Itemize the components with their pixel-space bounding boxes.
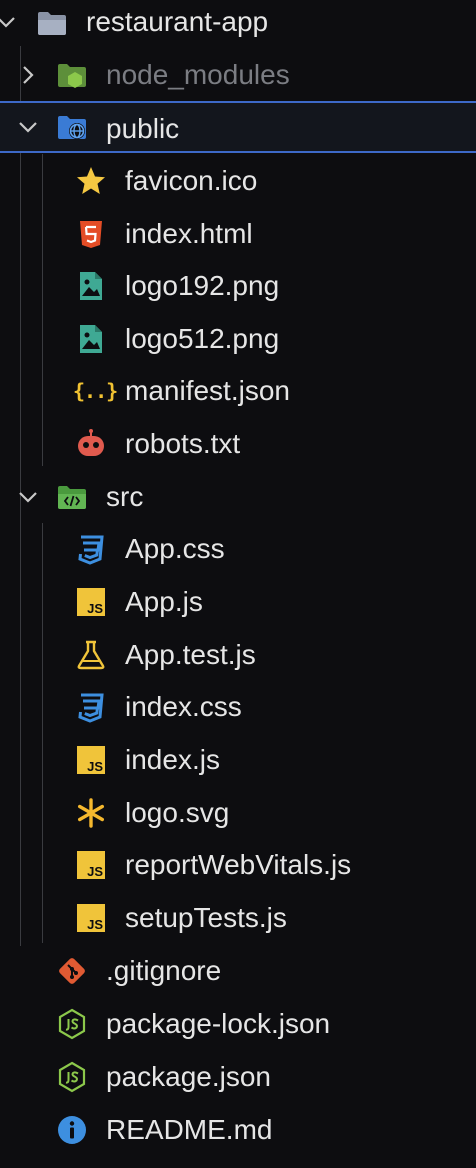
file-label: favicon.ico — [125, 165, 258, 196]
file-label: logo.svg — [125, 797, 230, 828]
file-label: manifest.json — [125, 375, 290, 406]
file-label: index.js — [125, 744, 220, 775]
nodejs-icon — [58, 1061, 86, 1093]
chevron-down-icon[interactable] — [16, 485, 40, 509]
file-label: index.html — [125, 218, 253, 249]
file-label: App.test.js — [125, 639, 256, 670]
folder-label-src: src — [106, 481, 144, 512]
tree-row-logo512[interactable]: logo512.png — [0, 313, 476, 365]
folder-label-node-modules: node_modules — [106, 59, 290, 90]
file-label: robots.txt — [125, 428, 241, 459]
image-file-icon — [80, 272, 102, 300]
tree-row-app-test[interactable]: App.test.js — [0, 629, 476, 681]
tree-row-favicon[interactable]: favicon.ico — [0, 155, 476, 207]
tree-row-node-modules[interactable]: node_modules — [0, 49, 476, 101]
tree-row-setup-tests[interactable]: JS setupTests.js — [0, 892, 476, 944]
file-label: logo512.png — [125, 323, 280, 354]
git-icon — [59, 958, 85, 984]
file-label: App.css — [125, 533, 225, 564]
image-file-icon — [80, 325, 102, 353]
chevron-down-icon[interactable] — [0, 10, 18, 34]
tree-row-package-json[interactable]: package.json — [0, 1051, 476, 1103]
css3-icon — [78, 535, 104, 565]
tree-row-robots[interactable]: robots.txt — [0, 418, 476, 470]
tree-row-app-js[interactable]: JS App.js — [0, 576, 476, 628]
js-file-icon: JS — [77, 904, 105, 932]
tree-row-logo-svg[interactable]: logo.svg — [0, 787, 476, 839]
tree-row-report-web-vitals[interactable]: JS reportWebVitals.js — [0, 839, 476, 891]
svg-asterisk-icon — [77, 798, 104, 828]
css3-icon — [78, 693, 104, 723]
nodejs-icon — [58, 1008, 86, 1040]
tree-row-index-html[interactable]: index.html — [0, 208, 476, 260]
file-label: package-lock.json — [106, 1008, 331, 1039]
tree-row-index-css[interactable]: index.css — [0, 681, 476, 733]
file-label: package.json — [106, 1061, 272, 1092]
js-file-icon: JS — [77, 851, 105, 879]
tree-row-package-lock[interactable]: package-lock.json — [0, 998, 476, 1050]
tree-row-logo192[interactable]: logo192.png — [0, 260, 476, 312]
file-label: .gitignore — [106, 955, 222, 986]
folder-label-public: public — [106, 113, 180, 144]
test-flask-icon — [77, 640, 105, 670]
tree-row-readme[interactable]: README.md — [0, 1104, 476, 1156]
json-braces-icon: {..} — [73, 379, 118, 403]
root-folder-label: restaurant-app — [86, 6, 269, 37]
info-icon — [58, 1116, 86, 1144]
src-folder-icon — [58, 486, 86, 509]
tree-row-manifest[interactable]: {..} manifest.json — [0, 365, 476, 417]
tree-row-index-js[interactable]: JS index.js — [0, 734, 476, 786]
file-label: App.js — [125, 586, 203, 617]
folder-open-icon — [38, 12, 66, 35]
chevron-right-icon[interactable] — [16, 63, 40, 87]
tree-row-app-css[interactable]: App.css — [0, 523, 476, 575]
star-icon — [77, 167, 105, 194]
js-file-icon: JS — [77, 746, 105, 774]
tree-row-gitignore[interactable]: .gitignore — [0, 945, 476, 997]
tree-row-public[interactable]: public — [0, 101, 476, 153]
file-label: index.css — [125, 691, 242, 722]
chevron-down-icon[interactable] — [16, 115, 40, 139]
file-explorer-tree: restaurant-app node_modules public favic… — [0, 0, 476, 1168]
tree-row-root[interactable]: restaurant-app — [0, 0, 476, 48]
file-label: README.md — [106, 1114, 273, 1145]
file-label: logo192.png — [125, 270, 280, 301]
node-modules-folder-icon — [58, 64, 86, 88]
js-file-icon: JS — [77, 588, 105, 616]
file-label: setupTests.js — [125, 902, 287, 933]
file-label: reportWebVitals.js — [125, 849, 352, 880]
robot-icon — [78, 429, 104, 456]
html5-icon — [80, 221, 102, 248]
tree-row-src[interactable]: src — [0, 471, 476, 523]
public-folder-icon — [58, 116, 86, 139]
